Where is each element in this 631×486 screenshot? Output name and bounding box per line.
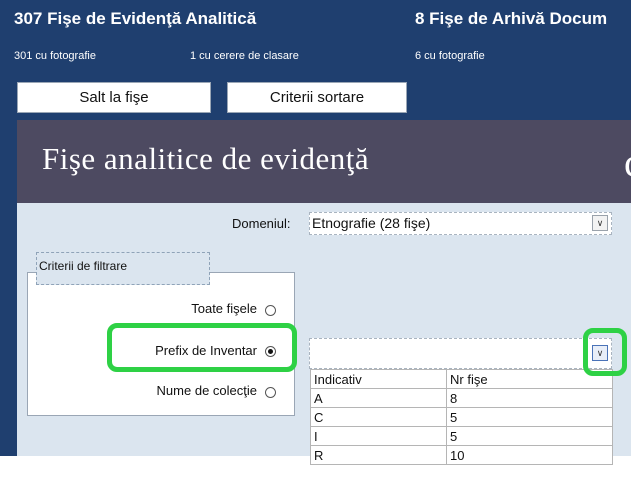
filter-criteria-legend: Criterii de filtrare — [36, 252, 210, 285]
list-row[interactable]: R 10 — [310, 445, 613, 465]
indicativ-cell: I — [310, 426, 447, 446]
domain-dropdown-button[interactable]: ∨ — [592, 215, 608, 231]
collection-name-radio[interactable] — [265, 387, 276, 398]
domain-select[interactable]: Etnografie (28 fişe) — [309, 212, 612, 235]
domain-label: Domeniul: — [232, 216, 291, 231]
list-header-row: Indicativ Nr fişe — [310, 369, 613, 389]
count-cell: 8 — [446, 388, 613, 408]
all-records-radio[interactable] — [265, 305, 276, 316]
indicativ-column-header: Indicativ — [310, 369, 447, 389]
chevron-down-icon: ∨ — [596, 217, 604, 228]
classification-request-count: 1 cu cerere de clasare — [190, 50, 299, 62]
with-photo-count: 301 cu fotografie — [14, 50, 96, 62]
form-title-bar: Fişe analitice de evidenţă — [17, 120, 631, 203]
archive-with-photo-count: 6 cu fotografie — [415, 50, 485, 62]
count-cell: 5 — [446, 407, 613, 427]
all-records-label: Toate fişele — [191, 301, 257, 316]
list-row[interactable]: C 5 — [310, 407, 613, 427]
collection-name-label: Nume de colecţie — [156, 383, 257, 398]
list-row[interactable]: A 8 — [310, 388, 613, 408]
prefix-option-highlight — [107, 323, 297, 372]
dropdown-button-highlight — [583, 328, 627, 376]
indicativ-cell: R — [310, 445, 447, 465]
count-cell: 5 — [446, 426, 613, 446]
clipped-title-letter: c — [624, 139, 631, 186]
form-title: Fişe analitice de evidenţă — [42, 141, 370, 176]
archive-count-title: 8 Fişe de Arhivă Docum — [415, 9, 608, 28]
count-cell: 10 — [446, 445, 613, 465]
analytic-count-title: 307 Fişe de Evidenţă Analitică — [14, 9, 257, 28]
domain-value: Etnografie (28 fişe) — [312, 215, 431, 231]
jump-to-records-button[interactable]: Salt la fişe — [17, 82, 211, 113]
prefix-combo-field[interactable] — [309, 338, 612, 369]
sort-criteria-button[interactable]: Criterii sortare — [227, 82, 407, 113]
prefix-dropdown-list: Indicativ Nr fişe A 8 C 5 I 5 R 10 — [310, 369, 613, 465]
list-row[interactable]: I 5 — [310, 426, 613, 446]
indicativ-cell: C — [310, 407, 447, 427]
indicativ-cell: A — [310, 388, 447, 408]
